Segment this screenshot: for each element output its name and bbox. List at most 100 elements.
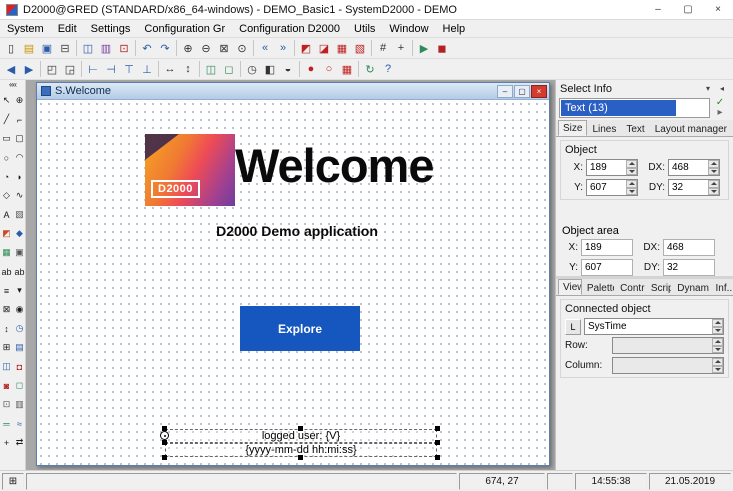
new-scheme-icon[interactable]: ▯ (2, 39, 20, 57)
logged-user-text-object[interactable]: logged user: {V} (165, 429, 437, 443)
picture-close-button[interactable]: × (531, 85, 547, 98)
selection-handle[interactable] (298, 455, 303, 460)
status-window-icon[interactable]: ⊞ (2, 473, 24, 490)
tab[interactable]: Inf... (710, 280, 733, 295)
stop-mode-icon[interactable]: ◼ (433, 39, 451, 57)
picture-window-titlebar[interactable]: S.Welcome – ▢ × (37, 83, 549, 100)
area-dx-field[interactable]: 468 (663, 239, 715, 256)
chevron-down-icon[interactable]: ▾ (701, 82, 715, 95)
menu-item[interactable]: Settings (84, 20, 138, 38)
spin-up[interactable] (712, 338, 723, 346)
pan-tool[interactable]: ⇄ (13, 433, 26, 452)
align-left-icon[interactable]: ⊢ (84, 60, 102, 78)
selection-handle[interactable] (435, 426, 440, 431)
selection-handle[interactable] (435, 455, 440, 460)
tab[interactable]: Layout manager (650, 121, 732, 136)
objects-browser-icon[interactable]: ⊡ (115, 39, 133, 57)
rounded-rectangle-tool[interactable]: ▢ (13, 129, 26, 148)
row-field[interactable] (612, 337, 724, 354)
polygon-tool[interactable]: ◇ (0, 186, 13, 205)
selection-anchor[interactable] (160, 431, 169, 440)
freehand-tool[interactable]: ∿ (13, 186, 26, 205)
object-dx-field[interactable]: 468 (668, 159, 720, 176)
save-picture-d2000-icon[interactable]: ◪ (315, 39, 333, 57)
browser-tool[interactable]: ▤ (13, 338, 26, 357)
tab[interactable]: Palettes (582, 280, 615, 295)
next-picture-icon[interactable]: » (274, 39, 292, 57)
spin-down[interactable] (708, 168, 719, 176)
scheme-canvas[interactable]: D2000 Welcome D2000 Demo application Exp… (37, 100, 549, 465)
group-icon[interactable]: ◫ (202, 60, 220, 78)
show-grid-icon[interactable]: # (374, 39, 392, 57)
menu-item[interactable]: Configuration Gr (137, 20, 232, 38)
logo-image[interactable]: D2000 (145, 134, 235, 206)
ellipse-tool[interactable]: ○ (0, 148, 13, 167)
maximize-button[interactable]: ▢ (673, 0, 703, 19)
edit-icon[interactable]: ▸ (717, 108, 722, 118)
menu-item[interactable]: Edit (51, 20, 84, 38)
tab[interactable]: View (558, 279, 582, 295)
open-scheme-icon[interactable]: ▤ (20, 39, 38, 57)
undo-icon[interactable]: ↶ (138, 39, 156, 57)
slider-tool[interactable]: ↕ (0, 319, 13, 338)
d2000-object-tool[interactable]: ◙ (0, 376, 13, 395)
table-tool[interactable]: ⊞ (0, 338, 13, 357)
hide-panel-icon[interactable]: ◂ (715, 82, 729, 95)
report-tool[interactable]: ▥ (13, 395, 26, 414)
zoom-100-icon[interactable]: ⊙ (233, 39, 251, 57)
tab[interactable]: Lines (587, 121, 621, 136)
picture-minimize-button[interactable]: – (497, 85, 513, 98)
zoom-tool[interactable]: ⊕ (13, 91, 26, 110)
palette-collapse-button[interactable]: «« (0, 80, 25, 91)
static-text-tool[interactable]: ab (13, 262, 26, 281)
subtitle-text-object[interactable]: D2000 Demo application (157, 223, 437, 239)
menu-item[interactable]: System (0, 20, 51, 38)
snap-grid-icon[interactable]: + (392, 39, 410, 57)
save-scheme-icon[interactable]: ▣ (38, 39, 56, 57)
fill-color-icon[interactable]: ◆ (13, 224, 26, 243)
area-y-field[interactable]: 607 (581, 259, 633, 276)
zoom-fit-icon[interactable]: ⊠ (215, 39, 233, 57)
tab[interactable]: Dynamics (672, 280, 710, 295)
spin-down[interactable] (626, 168, 637, 176)
explore-button-object[interactable]: Explore (240, 306, 360, 351)
spin-up[interactable] (708, 180, 719, 188)
object-x-field[interactable]: 189 (586, 159, 638, 176)
select-tool[interactable]: ↖ (0, 91, 13, 110)
rectangle-tool[interactable]: ▭ (0, 129, 13, 148)
welcome-text-object[interactable]: Welcome (235, 138, 434, 193)
help-icon[interactable]: ? (379, 60, 397, 78)
menu-item[interactable]: Configuration D2000 (232, 20, 347, 38)
area-x-field[interactable]: 189 (581, 239, 633, 256)
picture-maximize-button[interactable]: ▢ (514, 85, 530, 98)
list-box-tool[interactable]: ≡ (0, 281, 13, 300)
spin-up[interactable] (708, 160, 719, 168)
tab[interactable]: Script (646, 280, 672, 295)
spin-down[interactable] (626, 188, 637, 196)
selected-text-group[interactable]: logged user: {V} {yyyy-mm-dd hh:mi:ss} (165, 429, 437, 457)
menu-item[interactable]: Utils (347, 20, 382, 38)
flip-horizontal-icon[interactable]: ◧ (261, 60, 279, 78)
button-tool[interactable]: ▣ (13, 243, 26, 262)
line-tool[interactable]: ╱ (0, 110, 13, 129)
selection-list[interactable]: Text (13) (559, 98, 710, 118)
frame-3d-tool[interactable]: ▧ (13, 205, 26, 224)
forward-icon[interactable]: ▶ (20, 60, 38, 78)
object-dy-field[interactable]: 32 (668, 179, 720, 196)
align-top-icon[interactable]: ⊤ (120, 60, 138, 78)
anchor-tool[interactable]: + (0, 433, 13, 452)
polyline-tool[interactable]: ⌐ (13, 110, 26, 129)
spin-up[interactable] (626, 160, 637, 168)
menu-item[interactable]: Window (382, 20, 435, 38)
spin-down[interactable] (712, 346, 723, 354)
pipe-tool[interactable]: ═ (0, 414, 13, 433)
refresh-icon[interactable]: ↻ (361, 60, 379, 78)
previous-picture-icon[interactable]: « (256, 39, 274, 57)
check-box-tool[interactable]: ⊠ (0, 300, 13, 319)
selection-handle[interactable] (298, 426, 303, 431)
tab[interactable]: Text (621, 121, 649, 136)
same-height-icon[interactable]: ↕ (179, 60, 197, 78)
windows-control-tool[interactable]: ◫ (0, 357, 13, 376)
selection-handle[interactable] (435, 440, 440, 445)
align-right-icon[interactable]: ⊣ (102, 60, 120, 78)
